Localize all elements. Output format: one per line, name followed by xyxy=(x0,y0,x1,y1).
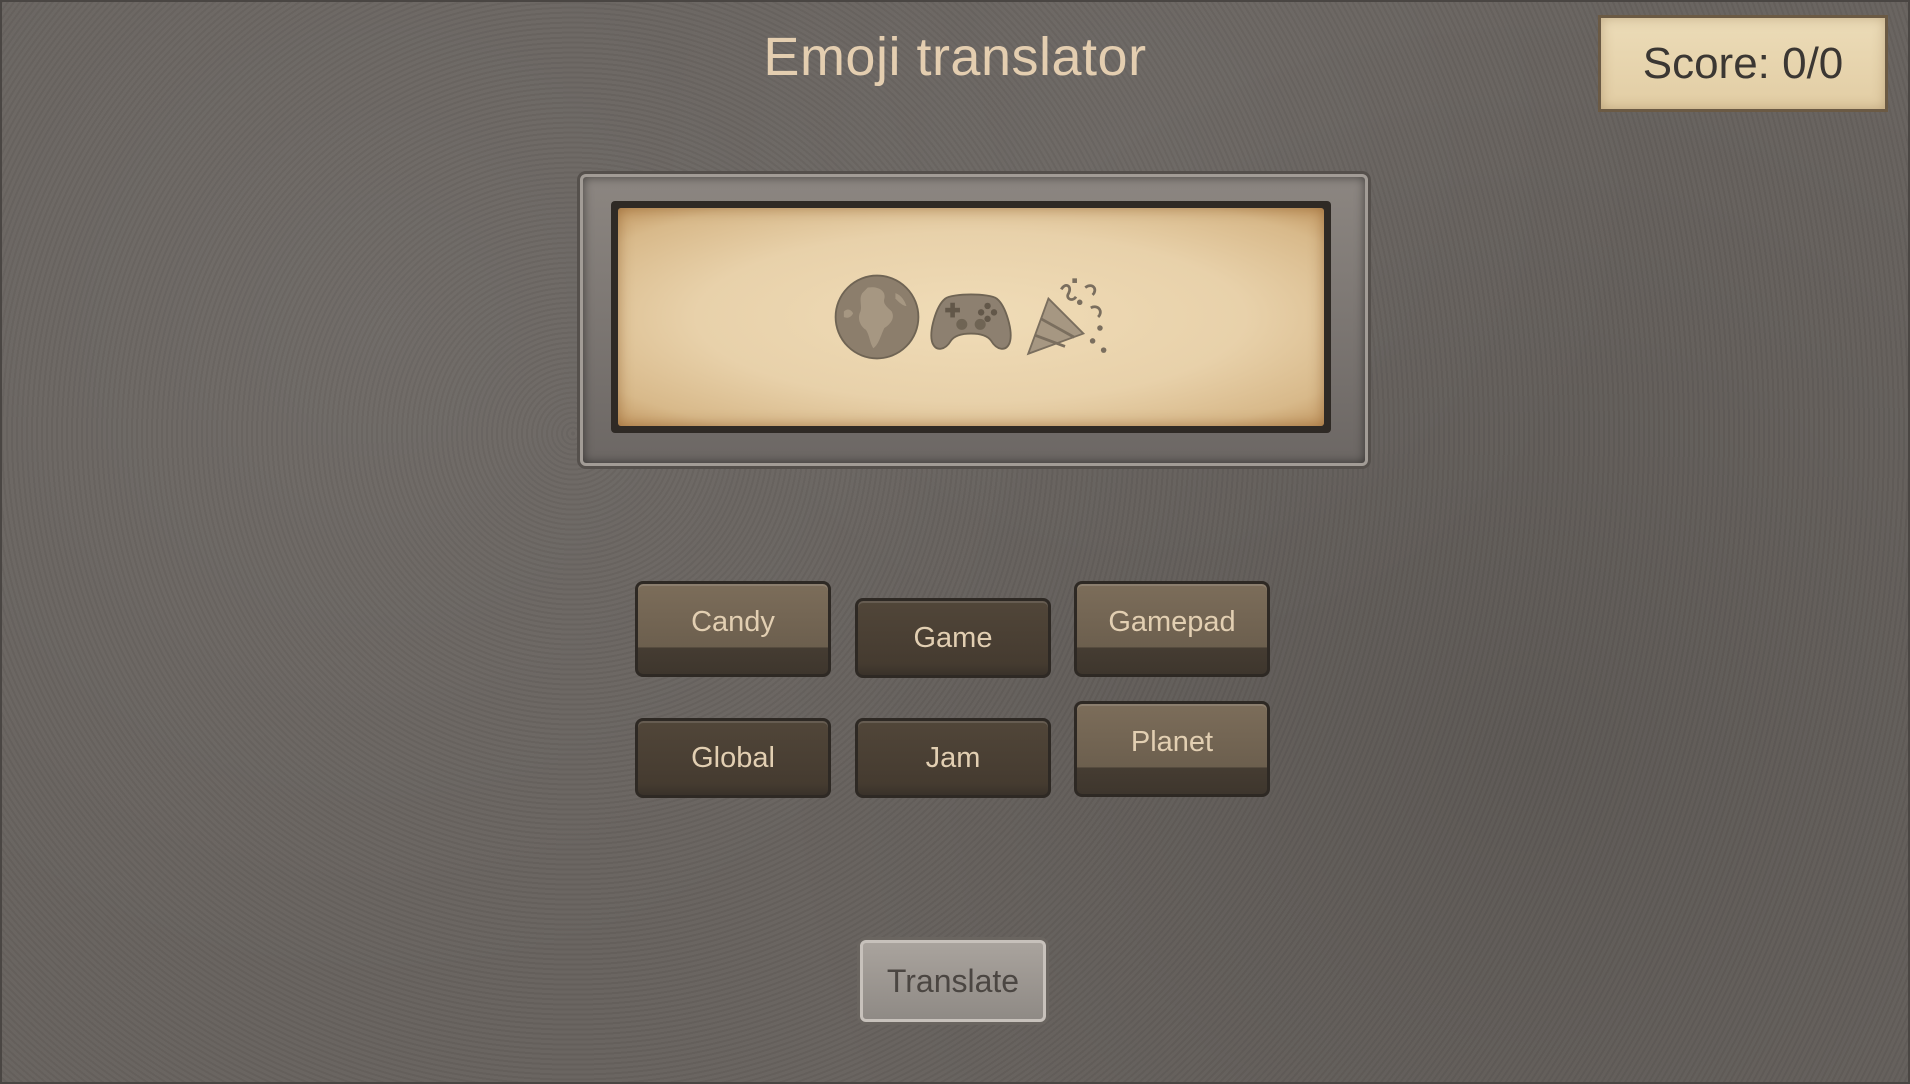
emoji-parchment xyxy=(618,208,1324,426)
globe-icon xyxy=(834,274,920,360)
choice-button-planet[interactable]: Planet xyxy=(1074,701,1270,797)
choice-button-gamepad[interactable]: Gamepad xyxy=(1074,581,1270,677)
translate-button[interactable]: Translate xyxy=(860,940,1046,1022)
choice-label: Game xyxy=(913,621,993,654)
choice-button-global[interactable]: Global xyxy=(635,718,831,798)
choice-label: Candy xyxy=(691,605,775,638)
choice-label: Jam xyxy=(925,741,981,774)
emoji-display-frame xyxy=(580,174,1368,466)
emoji-sequence xyxy=(831,271,1111,363)
score-panel: Score: 0/0 xyxy=(1598,15,1888,112)
choice-button-game[interactable]: Game xyxy=(855,598,1051,678)
choice-button-jam[interactable]: Jam xyxy=(855,718,1051,798)
choice-label: Global xyxy=(691,741,775,774)
gamepad-icon xyxy=(930,293,1012,350)
score-label: Score: 0/0 xyxy=(1642,38,1844,88)
party-popper-icon xyxy=(1026,278,1107,356)
screen-border xyxy=(0,0,1910,1084)
choice-label: Gamepad xyxy=(1108,605,1236,638)
translate-label: Translate xyxy=(886,962,1020,999)
choice-label: Planet xyxy=(1130,725,1214,758)
emoji-display-border xyxy=(611,201,1331,433)
choice-button-candy[interactable]: Candy xyxy=(635,581,831,677)
